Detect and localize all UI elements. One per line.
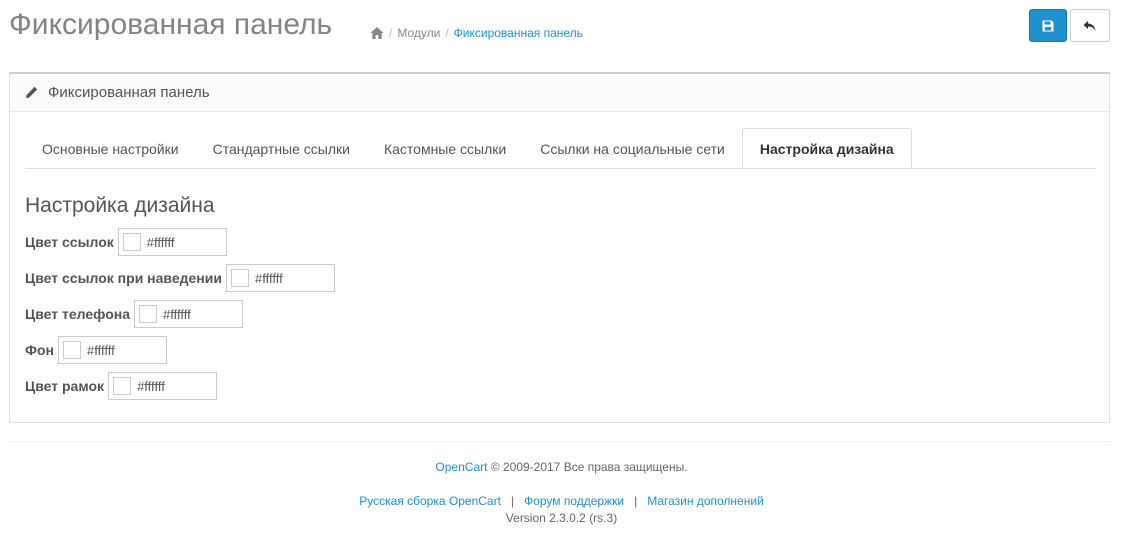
color-value: #ffffff (163, 306, 191, 322)
tab-design-settings[interactable]: Настройка дизайна (741, 128, 912, 168)
color-value: #ffffff (146, 234, 175, 250)
color-value: #ffffff (86, 342, 115, 358)
save-button[interactable] (1029, 9, 1067, 42)
tab-general-settings[interactable]: Основные настройки (25, 128, 196, 168)
field-background-color: Фон #ffffff (25, 336, 167, 364)
section-title: Настройка дизайна (25, 194, 215, 217)
field-label: Фон (25, 342, 54, 358)
background-color-input[interactable]: #ffffff (57, 336, 167, 364)
breadcrumb-separator: / (389, 26, 393, 40)
panel-title: Фиксированная панель (48, 84, 210, 101)
link-hover-color-input[interactable]: #ffffff (225, 264, 335, 292)
breadcrumb-separator: / (445, 26, 449, 40)
color-value: #ffffff (254, 270, 283, 286)
color-swatch[interactable] (230, 269, 249, 287)
link-color-input[interactable]: #ffffff (117, 228, 227, 256)
tab-social-links[interactable]: Ссылки на социальные сети (523, 128, 742, 168)
settings-panel: Фиксированная панель Основные настройки … (9, 72, 1110, 423)
footer-links: Русская сборка OpenCart | Форум поддержки |… (0, 494, 1123, 508)
field-border-color: Цвет рамок #ffffff (25, 372, 218, 400)
footer-copyright: OpenCart © 2009-2017 Все права защищены. (0, 460, 1123, 474)
breadcrumb-modules-link[interactable]: Модули (397, 26, 440, 40)
field-label: Цвет ссылок при наведении (25, 270, 222, 286)
tab-bar: Основные настройки Стандартные ссылки Ка… (25, 128, 1096, 169)
tab-custom-links[interactable]: Кастомные ссылки (367, 128, 523, 168)
breadcrumb: / Модули / Фиксированная панель (370, 26, 583, 40)
footer-separator: | (510, 494, 515, 508)
addons-store-link[interactable]: Магазин дополнений (647, 494, 764, 508)
phone-color-input[interactable]: #ffffff (134, 300, 243, 328)
border-color-input[interactable]: #ffffff (108, 372, 218, 400)
support-forum-link[interactable]: Форум поддержки (524, 494, 624, 508)
page-title: Фиксированная панель (9, 8, 333, 41)
color-swatch[interactable] (113, 377, 132, 395)
opencart-link[interactable]: OpenCart (435, 460, 487, 474)
copyright-text: © 2009-2017 Все права защищены. (490, 460, 688, 474)
color-swatch[interactable] (62, 341, 81, 359)
panel-heading: Фиксированная панель (10, 74, 1109, 112)
breadcrumb-current-link[interactable]: Фиксированная панель (454, 26, 583, 40)
field-link-hover-color: Цвет ссылок при наведении #ffffff (25, 264, 335, 292)
tab-standard-links[interactable]: Стандартные ссылки (196, 128, 367, 168)
color-value: #ffffff (137, 378, 165, 394)
reply-arrow-icon (1083, 20, 1096, 31)
floppy-disk-icon (1042, 20, 1054, 31)
field-label: Цвет телефона (25, 306, 130, 322)
field-link-color: Цвет ссылок #ffffff (25, 228, 227, 256)
back-button[interactable] (1070, 9, 1110, 42)
footer-version: Version 2.3.0.2 (rs.3) (505, 511, 618, 525)
field-phone-color: Цвет телефона #ffffff (25, 300, 243, 328)
color-swatch[interactable] (139, 305, 157, 323)
field-label: Цвет рамок (25, 378, 105, 394)
footer-divider (9, 441, 1110, 442)
color-swatch[interactable] (122, 233, 141, 251)
footer-separator: | (634, 494, 638, 508)
field-label: Цвет ссылок (25, 234, 114, 250)
pencil-icon (26, 86, 38, 99)
home-icon[interactable] (370, 26, 384, 40)
russian-build-link[interactable]: Русская сборка OpenCart (359, 494, 501, 508)
